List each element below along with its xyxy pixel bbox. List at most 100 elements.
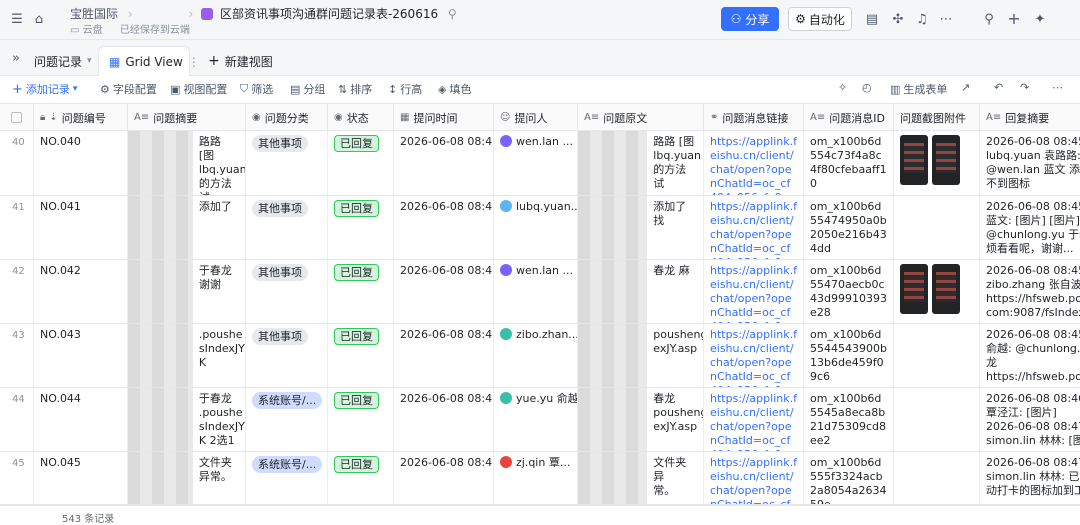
cell-num[interactable]: 45 (0, 452, 34, 504)
cell-original[interactable]: 路路 [图 lbq.yuan 的方法试 (578, 131, 704, 195)
cell-msg-id[interactable]: om_x100b6d55474950a0b2050e216b434dd (804, 196, 894, 259)
cell-reply[interactable]: 2026-06-08 08:45 lubq.yuan 袁路路: @wen.lan… (980, 131, 1080, 195)
search-icon[interactable]: ⚲ (981, 10, 997, 28)
plus-icon[interactable]: + (1006, 9, 1022, 28)
cell-id[interactable]: NO.040 (34, 131, 128, 195)
expand-sidebar-icon[interactable]: » (8, 50, 24, 66)
more-icon[interactable]: ⋯ (938, 10, 954, 28)
cell-summary[interactable]: 于春龙 .poushe sIndexJY K 2选1 (128, 388, 246, 451)
sparkle-icon[interactable]: ✦ (1032, 10, 1048, 28)
cell-images[interactable] (894, 131, 980, 195)
cell-link[interactable]: https://applink.feishu.cn/client/chat/op… (704, 452, 804, 504)
cell-status[interactable]: 已回复 (328, 260, 394, 323)
cell-num[interactable]: 42 (0, 260, 34, 323)
cell-category[interactable]: 其他事项 (246, 324, 328, 387)
cell-time[interactable]: 2026-06-08 08:45 (394, 388, 494, 451)
cell-asker[interactable]: zj.qin 覃... (494, 452, 578, 504)
cell-reply[interactable]: 2026-06-08 08:47 simon.lin 林林: 已经 动打卡的图标… (980, 452, 1080, 504)
row-height-button[interactable]: ↕ 行高 (388, 81, 422, 97)
table-row[interactable]: 43 NO.043 .poushe sIndexJY K 其他事项 已回复 2026-06… (0, 324, 1080, 388)
undo-icon[interactable]: ↶ (994, 81, 1003, 94)
cell-num[interactable]: 41 (0, 196, 34, 259)
more-icon[interactable]: ⋯ (1052, 81, 1063, 94)
document-title[interactable]: 区部资讯事项沟通群问题记录表-260616 (220, 7, 438, 21)
column-header[interactable]: ◉ 状态 (328, 104, 394, 131)
home-icon[interactable]: ⌂ (30, 10, 48, 28)
cell-time[interactable]: 2026-06-08 08:45 (394, 260, 494, 323)
tab-grid-view[interactable]: ▦ Grid View ⋮ (98, 46, 200, 76)
cell-reply[interactable]: 2026-06-08 08:45 w 蓝文: [图片] [图片] @chunlo… (980, 196, 1080, 259)
cell-original[interactable]: 春龙 麻 (578, 260, 704, 323)
share-button[interactable]: ⚇ 分享 (721, 7, 779, 31)
cell-original[interactable]: 春龙 pousheng exJY.asp (578, 388, 704, 451)
record-count[interactable]: 543 条记录 (62, 510, 114, 525)
cell-num[interactable]: 44 (0, 388, 34, 451)
group-button[interactable]: ▤ 分组 (290, 81, 325, 97)
cell-msg-id[interactable]: om_x100b6d5544543900b13b6de459f09c6 (804, 324, 894, 387)
cell-category[interactable]: 其他事项 (246, 131, 328, 195)
cell-id[interactable]: NO.045 (34, 452, 128, 504)
cell-num[interactable]: 43 (0, 324, 34, 387)
cell-link[interactable]: https://applink.feishu.cn/client/chat/op… (704, 260, 804, 323)
generate-form-button[interactable]: ▥ 生成表单 (890, 81, 947, 97)
select-all-checkbox[interactable] (0, 104, 34, 131)
column-header[interactable]: 🔒︎ ⇣ 问题编号 (34, 104, 128, 131)
table-row[interactable]: 42 NO.042 于春龙 谢谢 其他事项 已回复 2026-06-08 08:45 wen… (0, 260, 1080, 324)
filter-button[interactable]: ⛉ 筛选 (240, 81, 273, 97)
history-icon[interactable]: ◴ (862, 81, 872, 94)
cell-link[interactable]: https://applink.feishu.cn/client/chat/op… (704, 388, 804, 451)
table-row[interactable]: 40NO.040路路 [图 lbq.yuan 的方法试其他事项已回复2026-0… (0, 131, 1080, 196)
cell-reply[interactable]: 2026-06-08 08:45 zibo.zhang 张自波: https:/… (980, 260, 1080, 323)
cell-time[interactable]: 2026-06-08 08:47 (394, 452, 494, 504)
cell-images[interactable] (894, 260, 980, 323)
pin-icon[interactable]: ⚲ (448, 7, 457, 21)
cell-category[interactable]: 其他事项 (246, 260, 328, 323)
tab-table[interactable]: 问题记录 ▾ (24, 46, 102, 76)
cell-original[interactable]: 添加了找 (578, 196, 704, 259)
cell-asker[interactable]: wen.lan ... (494, 260, 578, 323)
cell-num[interactable]: 40 (0, 131, 34, 195)
table-row[interactable]: 45 NO.045 文件夹 异常。 系统账号/... 已回复 2026-06-08 08:… (0, 452, 1080, 505)
cell-original[interactable]: pousheng exJY.asp (578, 324, 704, 387)
cell-msg-id[interactable]: om_x100b6d554c73f4a8c4f80cfebaaff10 (804, 131, 894, 195)
sort-button[interactable]: ⇅ 排序 (338, 81, 372, 97)
cell-original[interactable]: 文件夹异 常。 (578, 452, 704, 504)
column-header[interactable]: A≡ 回复摘要 (980, 104, 1080, 131)
cell-images[interactable] (894, 452, 980, 504)
cell-status[interactable]: 已回复 (328, 131, 394, 195)
new-view-button[interactable]: + 新建视图 (198, 46, 283, 76)
cell-summary[interactable]: 路路 [图 lbq.yuan 的方法试 (128, 131, 246, 195)
cell-reply[interactable]: 2026-06-08 08:45 yu 俞越: @chunlong.yu 龙 h… (980, 324, 1080, 387)
add-record-button[interactable]: + 添加记录 ▾ (12, 81, 77, 97)
cell-asker[interactable]: lubq.yuan... (494, 196, 578, 259)
location-label[interactable]: 云盘 (83, 25, 103, 36)
fill-color-button[interactable]: ◈ 填色 (438, 81, 471, 97)
cell-category[interactable]: 系统账号/... (246, 452, 328, 504)
view-config-button[interactable]: ▣ 视图配置 (170, 81, 227, 97)
automation-button[interactable]: ⚙ 自动化 (788, 7, 852, 31)
cell-link[interactable]: https://applink.feishu.cn/client/chat/op… (704, 196, 804, 259)
cell-id[interactable]: NO.042 (34, 260, 128, 323)
cell-status[interactable]: 已回复 (328, 324, 394, 387)
cell-asker[interactable]: yue.yu 俞越 (494, 388, 578, 451)
column-header[interactable]: ▦ 提问时间 (394, 104, 494, 131)
column-header[interactable]: ◉ 问题分类 (246, 104, 328, 131)
cell-link[interactable]: https://applink.feishu.cn/client/chat/op… (704, 324, 804, 387)
cell-asker[interactable]: wen.lan ... (494, 131, 578, 195)
table-row[interactable]: 44 NO.044 于春龙 .poushe sIndexJY K 2选1 系统账号/.… (0, 388, 1080, 452)
cell-summary[interactable]: .poushe sIndexJY K (128, 324, 246, 387)
document-icon[interactable]: ▤ (864, 10, 880, 28)
breadcrumb-workspace[interactable]: 宝胜国际 (70, 7, 118, 21)
cell-msg-id[interactable]: om_x100b6d5545a8eca8b21d75309cd8ee2 (804, 388, 894, 451)
bell-icon[interactable]: ♫ (914, 10, 930, 28)
cell-summary[interactable]: 于春龙 谢谢 (128, 260, 246, 323)
cell-category[interactable]: 其他事项 (246, 196, 328, 259)
cell-msg-id[interactable]: om_x100b6d555f3324acb2a8054a263459e (804, 452, 894, 504)
cell-status[interactable]: 已回复 (328, 388, 394, 451)
cell-summary[interactable]: 添加了 (128, 196, 246, 259)
table-row[interactable]: 41 NO.041 添加了 其他事项 已回复 2026-06-08 08:45 lubq.y… (0, 196, 1080, 260)
cell-link[interactable]: https://applink.feishu.cn/client/chat/op… (704, 131, 804, 195)
cell-id[interactable]: NO.041 (34, 196, 128, 259)
cell-status[interactable]: 已回复 (328, 452, 394, 504)
field-config-button[interactable]: ⚙ 字段配置 (100, 81, 157, 97)
